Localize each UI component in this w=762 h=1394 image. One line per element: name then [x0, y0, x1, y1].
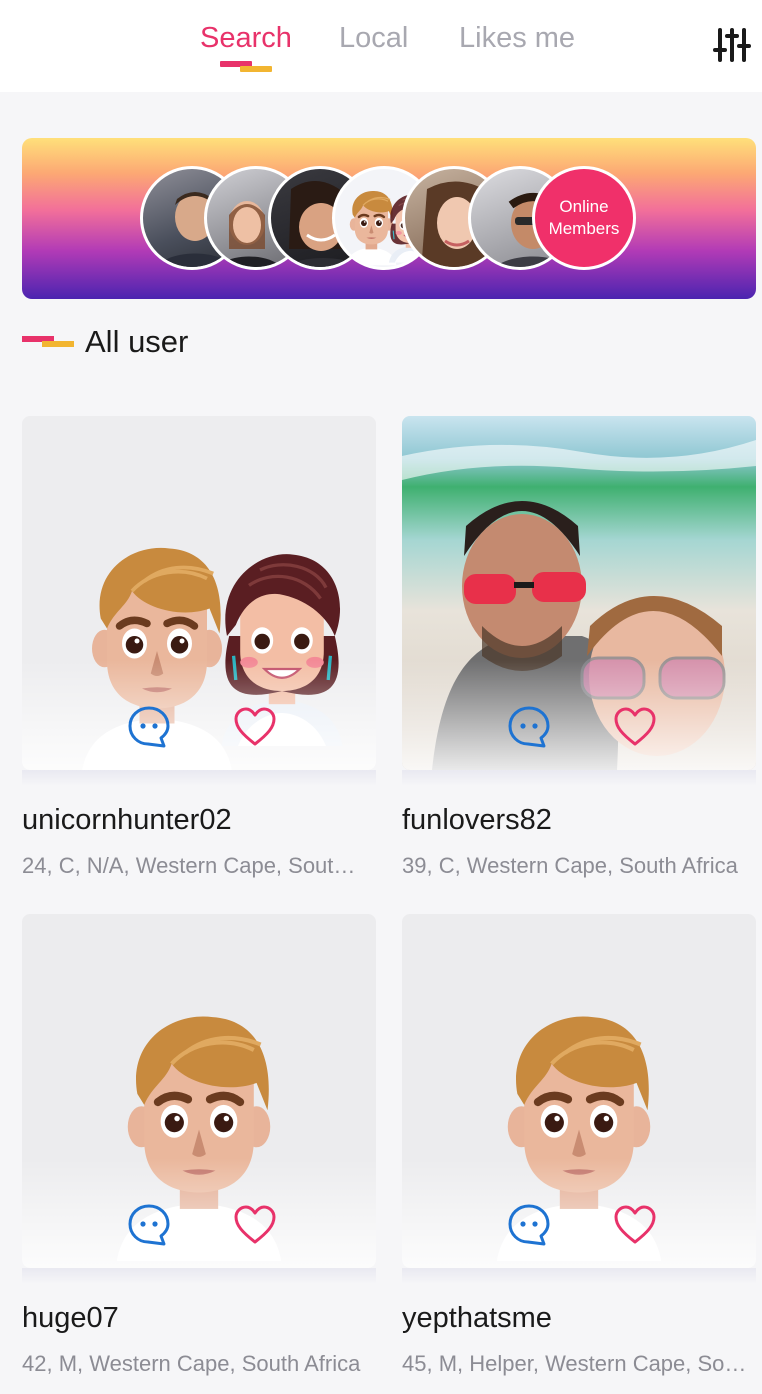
section-title: All user [85, 324, 189, 359]
username[interactable]: huge07 [22, 1302, 119, 1335]
top-bar: Search Local Likes me [0, 0, 762, 92]
user-photo[interactable] [22, 914, 376, 1268]
username[interactable]: funlovers82 [402, 804, 552, 837]
heart-icon[interactable] [612, 704, 658, 750]
members-label: Members [548, 219, 620, 238]
user-details: 24, C, N/A, Western Cape, South Africa [22, 853, 367, 878]
sliders-icon[interactable] [712, 22, 752, 68]
username[interactable]: unicornhunter02 [22, 804, 232, 837]
chat-bubble-icon[interactable] [126, 1202, 172, 1248]
heart-icon[interactable] [232, 704, 278, 750]
user-card[interactable]: funlovers82 39, C, Western Cape, South A… [402, 416, 756, 896]
user-details: 39, C, Western Cape, South Africa [402, 853, 738, 878]
chat-bubble-icon[interactable] [506, 704, 552, 750]
username[interactable]: yepthatsme [402, 1302, 552, 1335]
user-photo[interactable] [402, 914, 756, 1268]
tab-likes-me[interactable]: Likes me [459, 22, 575, 55]
heart-icon[interactable] [232, 1202, 278, 1248]
tab-bar: Search Local Likes me [0, 18, 762, 78]
user-details: 42, M, Western Cape, South Africa [22, 1351, 361, 1376]
user-card[interactable]: huge07 42, M, Western Cape, South Africa [22, 914, 376, 1394]
user-photo[interactable] [22, 416, 376, 770]
heart-icon[interactable] [612, 1202, 658, 1248]
section-accent [22, 336, 74, 348]
user-details: 45, M, Helper, Western Cape, South Afric… [402, 1351, 747, 1376]
tab-local[interactable]: Local [339, 22, 408, 55]
chat-bubble-icon[interactable] [126, 704, 172, 750]
online-members-banner[interactable]: Online Members [22, 138, 756, 299]
online-members-button[interactable]: Online Members [532, 166, 636, 270]
user-card[interactable]: yepthatsme 45, M, Helper, Western Cape, … [402, 914, 756, 1394]
chat-bubble-icon[interactable] [506, 1202, 552, 1248]
active-tab-indicator [220, 61, 272, 73]
online-label: Online [559, 197, 609, 216]
user-photo[interactable] [402, 416, 756, 770]
user-card[interactable]: unicornhunter02 24, C, N/A, Western Cape… [22, 416, 376, 896]
tab-search[interactable]: Search [200, 22, 292, 55]
